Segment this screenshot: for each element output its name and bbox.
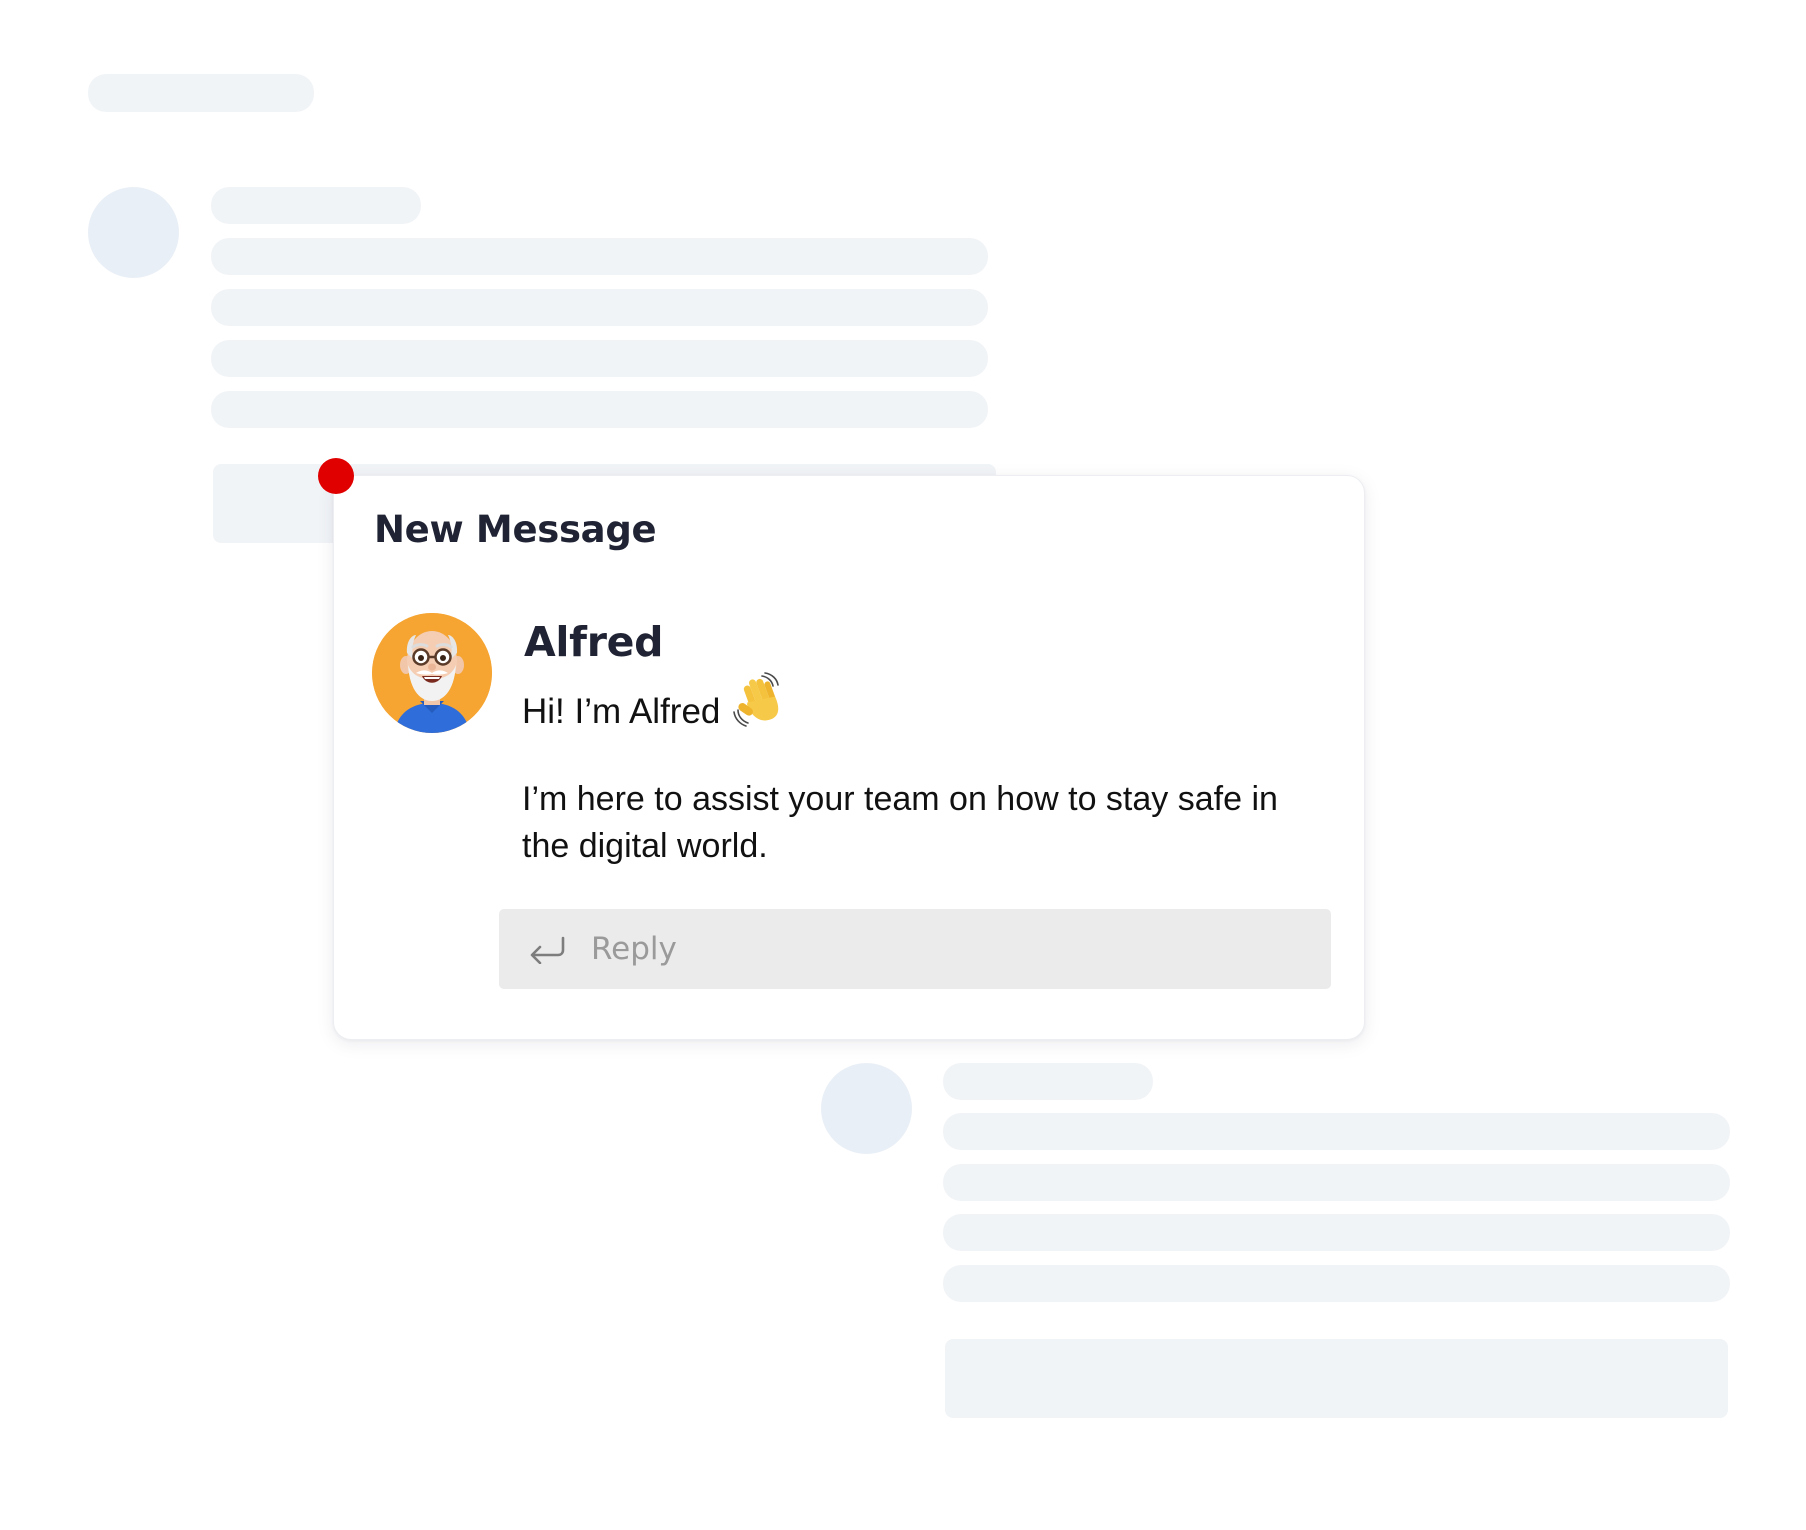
skeleton-line-upper-name [211,187,421,224]
skeleton-header-bar [88,74,314,112]
avatar-illustration-icon [372,613,492,733]
skeleton-line-lower-3 [943,1214,1730,1251]
skeleton-line-upper-2 [211,289,988,326]
skeleton-line-lower-4 [943,1265,1730,1302]
message-body: I’m here to assist your team on how to s… [522,780,1278,865]
skeleton-line-upper-1 [211,238,988,275]
alfred-avatar [372,613,492,733]
waving-hand-icon [732,672,788,728]
unread-indicator-dot [318,458,354,494]
greeting-line: Hi! I’m Alfred [522,672,788,740]
reply-arrow-icon [530,936,565,964]
new-message-card[interactable]: New Message Alfred Hi! I’m Alfred I’m he… [333,475,1365,1040]
skeleton-line-upper-3 [211,340,988,377]
skeleton-line-upper-4 [211,391,988,428]
card-title: New Message [374,508,657,551]
skeleton-line-lower-2 [943,1164,1730,1201]
reply-placeholder: Reply [591,931,677,967]
skeleton-block-lower [945,1339,1728,1418]
reply-input[interactable]: Reply [499,909,1331,989]
greeting-text: Hi! I’m Alfred [522,692,721,731]
skeleton-line-lower-name [943,1063,1153,1100]
skeleton-line-lower-1 [943,1113,1730,1150]
skeleton-avatar-upper [88,187,179,278]
sender-name: Alfred [524,618,664,666]
skeleton-avatar-lower [821,1063,912,1154]
